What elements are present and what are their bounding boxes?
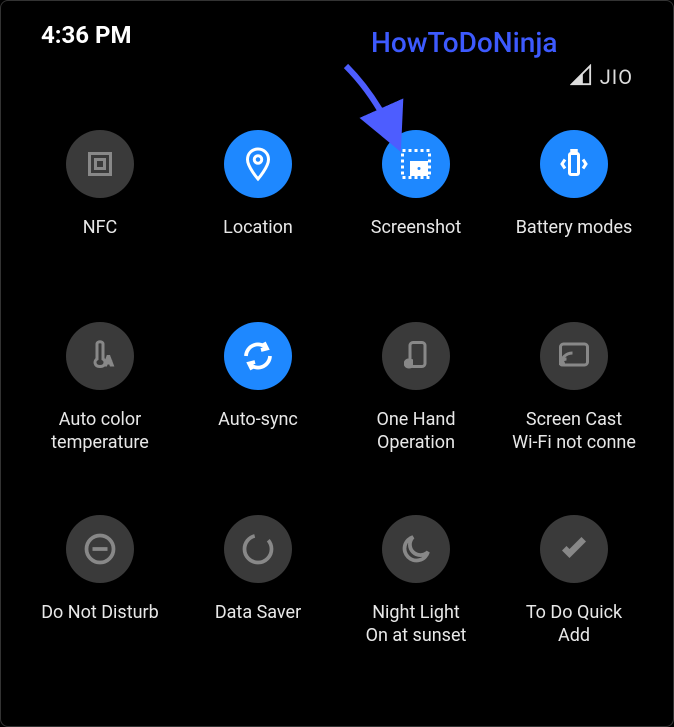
tile-label: Data Saver xyxy=(215,601,301,647)
carrier-label: JIO xyxy=(600,65,633,89)
tile-label: Screen CastWi-Fi not conne xyxy=(512,408,636,455)
dnd-icon xyxy=(66,515,134,583)
tile-screen-cast[interactable]: Screen CastWi-Fi not conne xyxy=(495,322,653,455)
tile-label: Screenshot xyxy=(371,216,461,262)
tile-label: Location xyxy=(223,216,293,262)
sync-icon xyxy=(224,322,292,390)
watermark-text: HowToDoNinja xyxy=(371,26,557,59)
tile-night-light[interactable]: Night LightOn at sunset xyxy=(337,515,495,648)
tile-auto-color-temperature[interactable]: A Auto colortemperature xyxy=(21,322,179,455)
tile-label: Auto-sync xyxy=(218,408,298,454)
time-label: 4:36 PM xyxy=(41,21,132,49)
one-hand-icon xyxy=(382,322,450,390)
tile-auto-sync[interactable]: Auto-sync xyxy=(179,322,337,455)
tile-label: One HandOperation xyxy=(376,408,455,455)
tile-label: NFC xyxy=(83,216,118,262)
battery-icon xyxy=(540,130,608,198)
signal-icon xyxy=(570,64,592,90)
tile-label: Auto colortemperature xyxy=(51,408,149,455)
cast-icon xyxy=(540,322,608,390)
check-icon xyxy=(540,515,608,583)
tile-label: Battery modes xyxy=(516,216,633,262)
tile-location[interactable]: Location xyxy=(179,130,337,262)
svg-text:A: A xyxy=(105,354,113,368)
tile-battery-modes[interactable]: Battery modes xyxy=(495,130,653,262)
thermometer-icon: A xyxy=(66,322,134,390)
nfc-icon xyxy=(66,130,134,198)
tile-nfc[interactable]: NFC xyxy=(21,130,179,262)
tile-one-hand-operation[interactable]: One HandOperation xyxy=(337,322,495,455)
data-saver-icon xyxy=(224,515,292,583)
tile-todo-quick-add[interactable]: To Do QuickAdd xyxy=(495,515,653,648)
quick-settings-grid: NFC Location Screenshot Battery modes A … xyxy=(1,110,673,668)
tile-label: Do Not Disturb xyxy=(41,601,159,647)
tile-label: To Do QuickAdd xyxy=(526,601,622,648)
tile-do-not-disturb[interactable]: Do Not Disturb xyxy=(21,515,179,648)
screenshot-icon xyxy=(382,130,450,198)
location-icon xyxy=(224,130,292,198)
status-bar: 4:36 PM xyxy=(1,1,673,59)
carrier-row: JIO xyxy=(1,59,673,110)
tile-data-saver[interactable]: Data Saver xyxy=(179,515,337,648)
moon-icon xyxy=(382,515,450,583)
tile-label: Night LightOn at sunset xyxy=(366,601,467,648)
tile-screenshot[interactable]: Screenshot xyxy=(337,130,495,262)
